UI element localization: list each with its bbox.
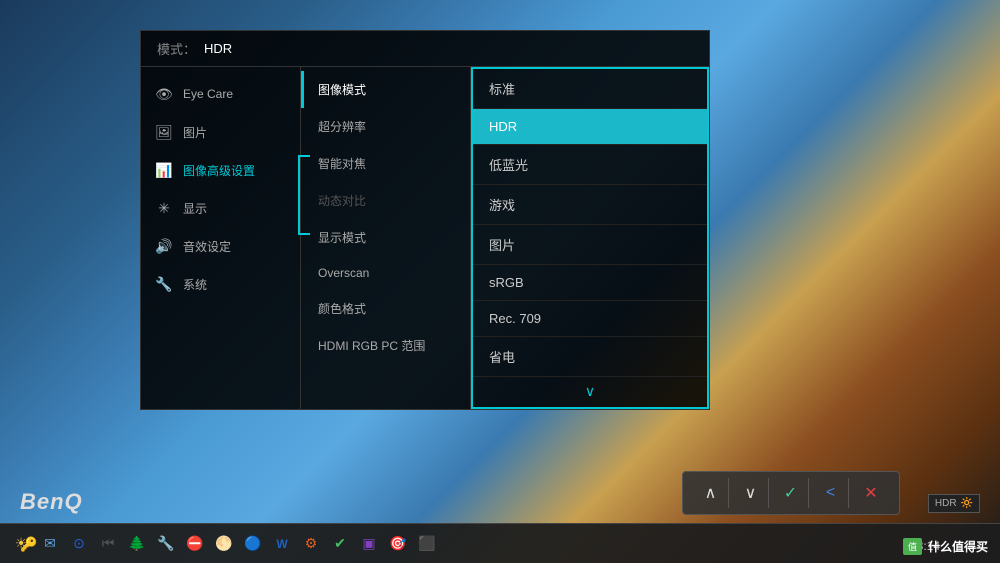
osd-controls: ∧ ∨ ✓ < ✕ (682, 471, 900, 515)
middle-label-overscan: Overscan (318, 266, 369, 280)
right-dropdown: 标准 HDR 低蓝光 游戏 图片 sRGB Rec. 709 省电 (471, 67, 709, 409)
taskbar: ☀ ✉ ⊙ ⏮ 🌲 🔧 ⛔ 🌕 🔵 W ⚙ ✔ ▣ 🎯 ⬛ (0, 523, 1000, 563)
middle-label-super-res: 超分辨率 (318, 120, 366, 134)
audio-icon: 🔊 (153, 237, 175, 255)
middle-item-overscan[interactable]: Overscan (301, 256, 470, 290)
watermark-text: 什么值得买 (928, 538, 988, 555)
osd-body: 👁 Eye Care 🖼 图片 📊 图像高级设置 ✳ 显示 🔊 音效设定 🔧 (141, 67, 709, 409)
taskbar-icon-monitor[interactable]: 🎯 (385, 531, 411, 557)
sidebar-label-audio: 音效设定 (183, 238, 231, 255)
sidebar-label-picture: 图片 (183, 124, 207, 141)
middle-label-display-mode: 显示模式 (318, 231, 366, 245)
middle-label-hdmi-rgb: HDMI RGB PC 范围 (318, 339, 425, 353)
taskbar-icon-wrench[interactable]: 🔧 (153, 531, 179, 557)
taskbar-icon-tree[interactable]: 🌲 (124, 531, 150, 557)
sidebar-item-display[interactable]: ✳ 显示 (141, 189, 300, 227)
system-icon: 🔧 (153, 275, 175, 293)
benq-logo: BenQ (20, 489, 83, 515)
sidebar-item-system[interactable]: 🔧 系统 (141, 265, 300, 303)
middle-label-color-format: 颜色格式 (318, 302, 366, 316)
sidebar-item-advanced[interactable]: 📊 图像高级设置 (141, 151, 300, 189)
ctrl-confirm-button[interactable]: ✓ (773, 478, 809, 508)
dropdown-item-picture[interactable]: 图片 (473, 225, 707, 265)
dropdown-label-standard: 标准 (489, 82, 515, 97)
dropdown-label-rec709: Rec. 709 (489, 311, 541, 326)
ctrl-close-button[interactable]: ✕ (853, 478, 889, 508)
ctrl-back-button[interactable]: < (813, 478, 849, 508)
sidebar-label-advanced: 图像高级设置 (183, 162, 255, 179)
middle-menu: 图像模式 超分辨率 智能对焦 动态对比 显示模式 Overscan 颜色格式 H… (301, 67, 471, 409)
middle-item-dynamic-contrast: 动态对比 (301, 182, 470, 219)
taskbar-icon-check[interactable]: ✔ (327, 531, 353, 557)
eye-care-icon: 👁 (153, 85, 175, 103)
sidebar-label-display: 显示 (183, 200, 207, 217)
sidebar-item-eye-care[interactable]: 👁 Eye Care (141, 75, 300, 113)
picture-icon: 🖼 (153, 123, 175, 141)
dropdown-label-game: 游戏 (489, 198, 515, 213)
advanced-icon: 📊 (153, 161, 175, 179)
sidebar-label-eye-care: Eye Care (183, 87, 233, 101)
sidebar-item-audio[interactable]: 🔊 音效设定 (141, 227, 300, 265)
dropdown-label-low-blue: 低蓝光 (489, 158, 528, 173)
dropdown-item-eco[interactable]: 省电 (473, 337, 707, 377)
taskbar-icon-mail[interactable]: ✉ (37, 531, 63, 557)
bracket-indicator (298, 155, 310, 235)
middle-label-smart-contrast: 智能对焦 (318, 157, 366, 171)
middle-label-dynamic-contrast: 动态对比 (318, 194, 366, 208)
middle-item-display-mode[interactable]: 显示模式 (301, 219, 470, 256)
dropdown-label-eco: 省电 (489, 350, 515, 365)
hdr-badge-icon: 🔆 (961, 498, 973, 509)
middle-item-color-format[interactable]: 颜色格式 (301, 290, 470, 327)
dropdown-item-game[interactable]: 游戏 (473, 185, 707, 225)
ctrl-down-button[interactable]: ∨ (733, 478, 769, 508)
taskbar-icons: ☀ ✉ ⊙ ⏮ 🌲 🔧 ⛔ 🌕 🔵 W ⚙ ✔ ▣ 🎯 ⬛ (8, 531, 992, 557)
taskbar-icon-gray[interactable]: ⬛ (414, 531, 440, 557)
dropdown-item-hdr[interactable]: HDR (473, 109, 707, 145)
dropdown-label-picture: 图片 (489, 238, 515, 253)
taskbar-icon-media[interactable]: ⏮ (95, 531, 121, 557)
watermark-badge: 值 (903, 538, 922, 555)
mode-label: 模式： (157, 39, 196, 58)
dropdown-item-low-blue[interactable]: 低蓝光 (473, 145, 707, 185)
middle-item-picture-mode[interactable]: 图像模式 (301, 71, 470, 108)
sidebar-label-system: 系统 (183, 276, 207, 293)
taskbar-icon-orange[interactable]: ⚙ (298, 531, 324, 557)
dropdown-label-hdr: HDR (489, 119, 517, 134)
middle-item-smart-contrast[interactable]: 智能对焦 (301, 145, 470, 182)
taskbar-icon-word[interactable]: W (269, 531, 295, 557)
sidebar: 👁 Eye Care 🖼 图片 📊 图像高级设置 ✳ 显示 🔊 音效设定 🔧 (141, 67, 301, 409)
hdr-badge-label: HDR (935, 498, 957, 509)
taskbar-icon-purple[interactable]: ▣ (356, 531, 382, 557)
osd-menu: 模式： HDR 👁 Eye Care 🖼 图片 📊 图像高级设置 ✳ 显示 (140, 30, 710, 410)
dropdown-item-standard[interactable]: 标准 (473, 69, 707, 109)
middle-item-hdmi-rgb[interactable]: HDMI RGB PC 范围 (301, 327, 470, 364)
dropdown-label-srgb: sRGB (489, 275, 524, 290)
sidebar-item-picture[interactable]: 🖼 图片 (141, 113, 300, 151)
taskbar-icon-blue-circle[interactable]: ⊙ (66, 531, 92, 557)
dropdown-item-srgb[interactable]: sRGB (473, 265, 707, 301)
watermark: 值 什么值得买 (903, 538, 988, 555)
dropdown-more-indicator[interactable]: ∨ (473, 377, 707, 406)
taskbar-icon-teal[interactable]: 🔵 (240, 531, 266, 557)
display-icon: ✳ (153, 199, 175, 217)
hdr-badge: HDR 🔆 (928, 494, 980, 513)
taskbar-icon-yellow[interactable]: 🌕 (211, 531, 237, 557)
middle-label-picture-mode: 图像模式 (318, 83, 366, 97)
osd-title-bar: 模式： HDR (141, 31, 709, 67)
middle-item-super-res[interactable]: 超分辨率 (301, 108, 470, 145)
taskbar-icon-stop[interactable]: ⛔ (182, 531, 208, 557)
dropdown-item-rec709[interactable]: Rec. 709 (473, 301, 707, 337)
key-icon: 🔑 (20, 536, 37, 553)
mode-value: HDR (204, 41, 232, 56)
ctrl-up-button[interactable]: ∧ (693, 478, 729, 508)
